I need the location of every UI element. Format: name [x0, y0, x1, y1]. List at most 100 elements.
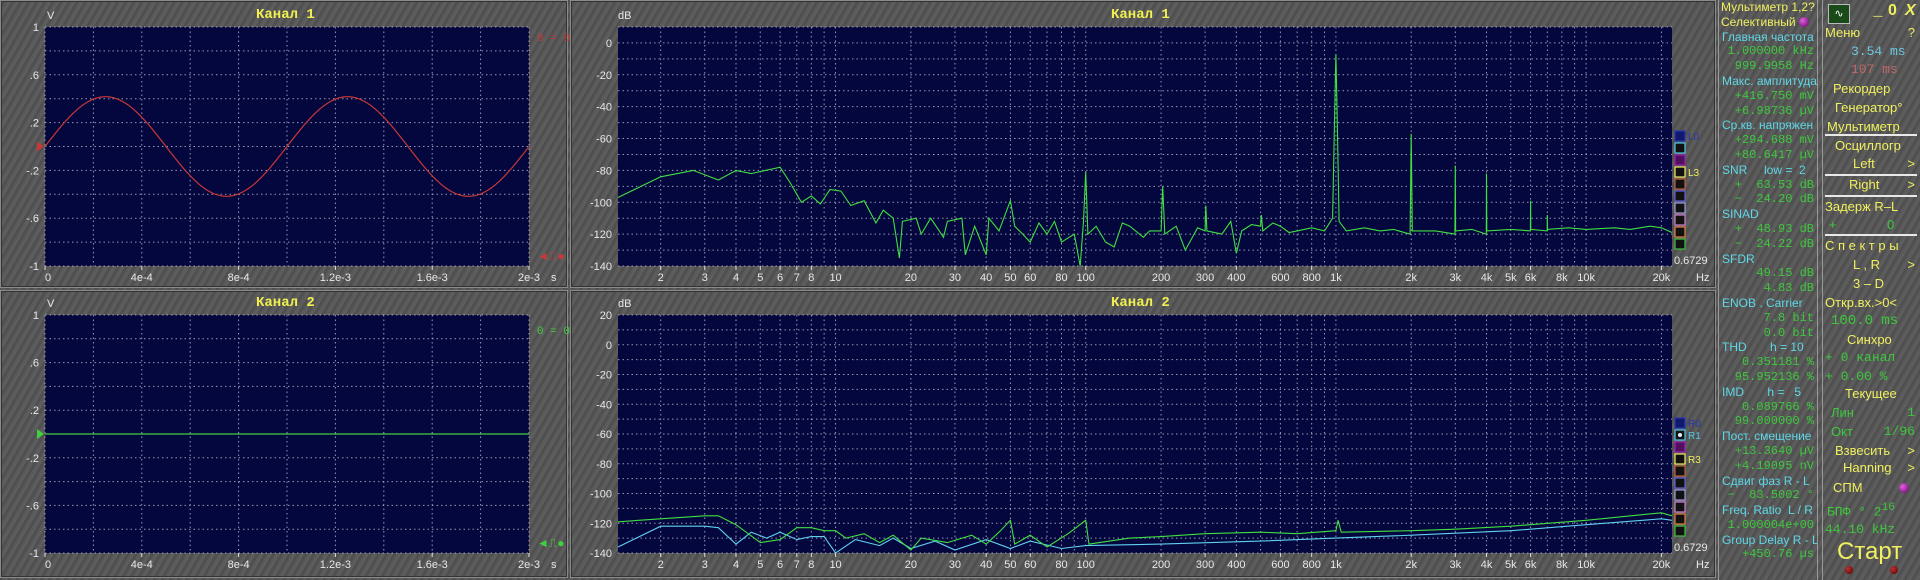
y-unit-label: V: [47, 10, 55, 22]
x-tick-label: 20: [905, 559, 917, 571]
legend-box[interactable]: [1674, 166, 1686, 178]
psd-indicator-icon: [1899, 483, 1909, 493]
time-readout-2: 107 ms: [1851, 62, 1898, 77]
x-tick-label: 0: [45, 559, 51, 571]
lr-label: L , R: [1853, 257, 1880, 272]
sync-percent-control[interactable]: + 0.00 %: [1825, 368, 1917, 386]
spectrum-plot[interactable]: 0 -20 -40 -60 -80 -100 -120 -140 2 3 4 5 6 7 8 10 20 30 40…: [571, 1, 1717, 289]
left-channel-button[interactable]: Left >: [1853, 155, 1917, 173]
x-tick-label: 300: [1196, 272, 1214, 284]
close-button[interactable]: X: [1905, 2, 1919, 20]
legend-box[interactable]: [1674, 214, 1686, 226]
x-tick-label: 10k: [1577, 272, 1595, 284]
minimize-button[interactable]: _: [1873, 2, 1885, 20]
spectra-lr-button[interactable]: L , R >: [1853, 256, 1917, 274]
legend-box[interactable]: [1674, 525, 1686, 537]
meter-text: +4.19095 nV: [1734, 458, 1814, 473]
x-tick-label: 80: [1055, 559, 1067, 571]
x-tick-label: 4k: [1481, 272, 1493, 284]
recorder-button[interactable]: Рекордер: [1833, 80, 1917, 98]
meter-text: + 63.53 dB: [1734, 177, 1814, 192]
selective-indicator-icon[interactable]: [1798, 16, 1809, 27]
legend-box[interactable]: [1674, 417, 1686, 429]
time-readout-1: 3.54 ms: [1851, 44, 1906, 59]
right-channel-button[interactable]: Right >: [1849, 176, 1917, 194]
y-tick-label: 1: [33, 22, 39, 34]
x-tick-label: 8e-4: [228, 272, 250, 284]
channel-marker: 0 = 0: [537, 326, 570, 338]
zero-level-marker-icon: [37, 141, 44, 152]
octave-control[interactable]: Окт 1/96: [1831, 423, 1917, 441]
legend-box[interactable]: [1674, 178, 1686, 190]
channel-marker: 0 = 0: [537, 33, 570, 45]
meter-text: 1.000004e+00: [1727, 517, 1814, 532]
divider: [1825, 234, 1917, 236]
generator-button[interactable]: Генератор°: [1835, 99, 1917, 117]
x-tick-label: 600: [1271, 559, 1289, 571]
delay-control[interactable]: +0: [1825, 216, 1917, 234]
maximize-button[interactable]: 0: [1888, 2, 1900, 20]
sync-channel-control[interactable]: + 0 канал: [1825, 349, 1917, 367]
linear-control[interactable]: Лин 1: [1831, 404, 1917, 422]
scope-plot[interactable]: 1 .6 .2 -.2 -.6 -1 0 4e-4 8e-4 1.2e-3 1.6e-3 2e-3 Vs…: [1, 291, 570, 579]
legend-box[interactable]: [1674, 238, 1686, 250]
legend-box[interactable]: [1674, 441, 1686, 453]
trigger-icon[interactable]: ◄⎍●: [537, 249, 565, 263]
psd-toggle[interactable]: СПМ: [1833, 479, 1917, 497]
3d-button[interactable]: 3 – D: [1853, 275, 1917, 293]
x-tick-label: 6: [777, 272, 783, 284]
scope-channel-1: Канал 1 1.6.2 -.2 -.6 -1 0 4e-4 8e-4 1.2e-3 1.6e…: [0, 0, 570, 289]
legend-label: L3: [1688, 168, 1700, 179]
legend-box[interactable]: [1674, 202, 1686, 214]
meter-value: +4.19095 nV: [1719, 459, 1817, 474]
help-button[interactable]: ?: [1908, 24, 1915, 42]
trigger-icon[interactable]: ◄⎍●: [537, 536, 565, 550]
meter-label: THD h = 10: [1719, 340, 1817, 355]
legend-box[interactable]: [1674, 142, 1686, 154]
x-tick-label: 5k: [1505, 272, 1517, 284]
legend-box[interactable]: [1674, 501, 1686, 513]
open-input-button[interactable]: Откр.вх.>0<: [1825, 294, 1917, 312]
legend-box[interactable]: [1674, 489, 1686, 501]
legend-box[interactable]: [1674, 477, 1686, 489]
start-button[interactable]: Старт: [1837, 538, 1917, 566]
y-tick-label: .6: [30, 358, 39, 370]
y-tick-label: -80: [596, 165, 612, 177]
meter-text: +13.3640 µV: [1734, 443, 1814, 458]
meter-text: − 24.22 dB: [1734, 236, 1814, 251]
meter-value: 1.000000 kHz: [1719, 44, 1817, 59]
legend-box[interactable]: [1674, 130, 1686, 142]
legend-box[interactable]: [1674, 513, 1686, 525]
meter-text: Freq. Ratio L / R: [1722, 503, 1813, 518]
legend-box[interactable]: [1674, 154, 1686, 166]
x-tick-label: 3: [702, 272, 708, 284]
meter-text: SNR low = 2: [1722, 162, 1806, 177]
spectrum-plot[interactable]: 200-20-40-60-80-100-120-1402 3 4 5 6 7 8 10 20 30…: [571, 291, 1717, 579]
x-unit-label: Hz: [1696, 559, 1709, 571]
menu-button[interactable]: Меню?: [1825, 24, 1917, 42]
meter-label: Макс. амплитуда: [1719, 74, 1817, 89]
y-tick-label: 0: [606, 38, 612, 50]
meter-label: SINAD: [1719, 207, 1817, 222]
open-input-value[interactable]: 100.0 ms: [1831, 312, 1917, 330]
legend-box[interactable]: [1674, 190, 1686, 202]
meter-text: 7.8 bit: [1763, 310, 1814, 325]
oscillograph-button[interactable]: Осциллогр: [1835, 137, 1917, 155]
y-tick-label: -140: [590, 548, 612, 560]
meter-text: +294.688 mV: [1734, 133, 1814, 148]
x-tick-label: 10k: [1577, 559, 1595, 571]
sample-rate-control[interactable]: 44.10 kHz: [1825, 521, 1917, 539]
y-tick-label: -40: [596, 399, 612, 411]
legend-box[interactable]: [1674, 226, 1686, 238]
window-function-button[interactable]: Hanning >: [1843, 459, 1917, 477]
scope-plot[interactable]: 1 .6 .2 -.2 -.6 -1 0 4e-4 8e-4 1.2e-3 1.6e-3 2e-3 Vs…: [1, 1, 570, 289]
sync-percent: 0.00 %: [1840, 369, 1888, 384]
sync-sign: +: [1825, 350, 1833, 365]
legend-box[interactable]: [1674, 465, 1686, 477]
y-unit-label: dB: [618, 298, 631, 310]
weighting-button[interactable]: Взвесить >: [1835, 442, 1917, 460]
legend-box[interactable]: [1674, 453, 1686, 465]
x-unit-label: Hz: [1696, 272, 1709, 284]
app-icon[interactable]: ∿: [1828, 4, 1850, 24]
fft-size-control[interactable]: БПФ ° 216: [1827, 499, 1917, 519]
